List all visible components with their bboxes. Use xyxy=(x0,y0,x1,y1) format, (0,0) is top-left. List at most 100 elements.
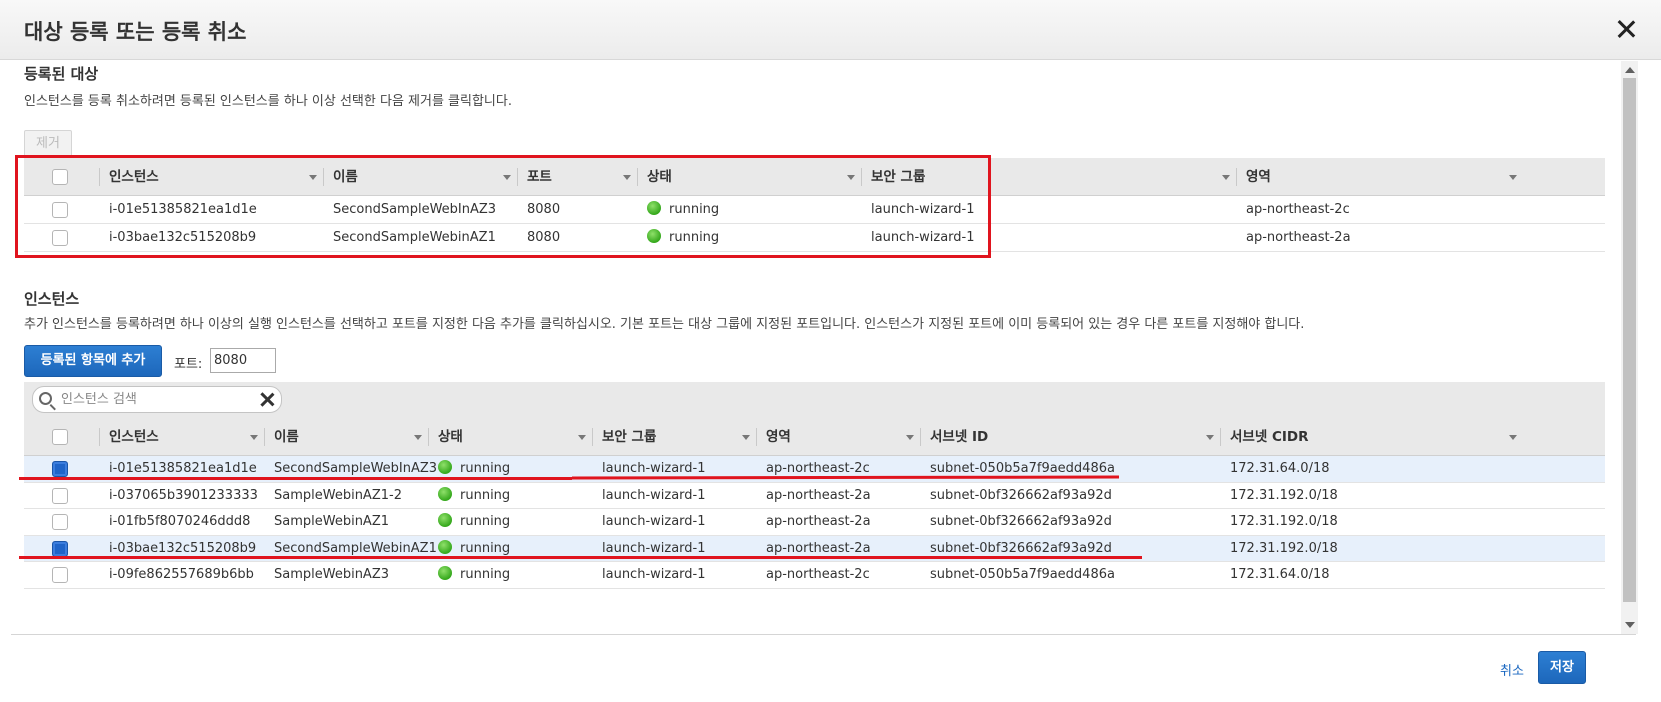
cell-security-group: launch-wizard-1 xyxy=(602,461,706,476)
cell-zone: ap-northeast-2a xyxy=(1246,230,1351,245)
cell-subnet-id: subnet-050b5a7f9aedd486a xyxy=(930,461,1115,476)
cell-name: SampleWebinAZ1-2 xyxy=(274,487,402,503)
column-header-subnet-id[interactable]: 서브넷 ID xyxy=(920,418,1220,456)
remove-button[interactable]: 제거 xyxy=(24,130,72,158)
cell-subnet-id: subnet-0bf326662af93a92d xyxy=(930,487,1112,503)
registered-table-header: 인스턴스 이름 포트 상태 보안 그룹 영역 xyxy=(24,158,1605,196)
sort-caret-icon xyxy=(1509,435,1517,440)
column-header-status[interactable]: 상태 xyxy=(637,158,861,196)
cell-subnet-id: subnet-0bf326662af93a92d xyxy=(930,514,1112,529)
clear-icon[interactable] xyxy=(260,392,275,407)
registered-row[interactable]: i-03bae132c515208b9 SecondSampleWebinAZ1… xyxy=(24,224,1605,252)
row-checkbox[interactable] xyxy=(52,461,68,477)
cell-status: running xyxy=(428,483,510,509)
cell-subnet-id: subnet-0bf326662af93a92d xyxy=(930,540,1112,556)
cell-security-group: launch-wizard-1 xyxy=(602,567,706,582)
column-header-subnet-cidr[interactable]: 서브넷 CIDR xyxy=(1220,418,1523,456)
cell-status: running xyxy=(428,456,510,482)
cell-name: SecondSampleWebInAZ3 xyxy=(333,202,497,217)
cell-instance: i-01e51385821ea1d1e xyxy=(109,202,257,217)
select-all-registered-checkbox[interactable] xyxy=(52,169,68,185)
registered-section-title: 등록된 대상 xyxy=(24,65,99,83)
scrollbar-thumb[interactable] xyxy=(1623,78,1636,602)
instances-table-header: 인스턴스 이름 상태 보안 그룹 영역 서브넷 ID 서브넷 CIDR xyxy=(24,418,1605,456)
instance-row[interactable]: i-03bae132c515208b9 SecondSampleWebinAZ1 r… xyxy=(24,535,1605,562)
cell-subnet-id: subnet-050b5a7f9aedd486a xyxy=(930,567,1115,582)
dialog-header: 대상 등록 또는 등록 취소 xyxy=(0,0,1661,60)
save-button[interactable]: 저장 xyxy=(1538,651,1586,684)
footer-divider xyxy=(11,634,1636,635)
registered-targets-table: 인스턴스 이름 포트 상태 보안 그룹 영역 i-01e51385821ea1d… xyxy=(24,158,1605,253)
cell-security-group: launch-wizard-1 xyxy=(602,540,706,556)
row-checkbox[interactable] xyxy=(52,540,68,557)
sort-caret-icon xyxy=(503,175,511,180)
cell-subnet-cidr: 172.31.192.0/18 xyxy=(1230,514,1338,529)
status-dot-icon xyxy=(647,229,661,243)
instance-row[interactable]: i-037065b3901233333 SampleWebinAZ1-2 runni… xyxy=(24,482,1605,509)
cell-subnet-cidr: 172.31.192.0/18 xyxy=(1230,540,1338,556)
cell-instance: i-037065b3901233333 xyxy=(109,487,258,503)
column-header-status[interactable]: 상태 xyxy=(428,418,592,456)
status-dot-icon xyxy=(438,566,452,580)
row-checkbox[interactable] xyxy=(52,487,68,504)
instances-section-description: 추가 인스턴스를 등록하려면 하나 이상의 실행 인스턴스를 선택하고 포트를 … xyxy=(24,317,1305,332)
cell-status: running xyxy=(637,224,719,252)
cancel-link[interactable]: 취소 xyxy=(1500,660,1524,679)
column-header-name[interactable]: 이름 xyxy=(264,418,428,456)
cell-zone: ap-northeast-2a xyxy=(766,540,871,556)
row-checkbox[interactable] xyxy=(52,202,68,218)
sort-caret-icon xyxy=(623,175,631,180)
select-all-instances-checkbox[interactable] xyxy=(52,429,68,445)
cell-subnet-cidr: 172.31.64.0/18 xyxy=(1230,567,1330,582)
cell-name: SampleWebinAZ3 xyxy=(274,567,390,582)
column-header-port[interactable]: 포트 xyxy=(517,158,637,196)
cell-security-group: launch-wizard-1 xyxy=(602,487,706,503)
port-label: 포트: xyxy=(174,357,203,372)
column-header-instance[interactable]: 인스턴스 xyxy=(99,158,323,196)
column-header-zone[interactable]: 영역 xyxy=(756,418,920,456)
instance-row[interactable]: i-09fe862557689b6bb SampleWebinAZ3 running… xyxy=(24,562,1605,589)
instance-row[interactable]: i-01e51385821ea1d1e SecondSampleWebInAZ3 r… xyxy=(24,456,1605,483)
status-dot-icon xyxy=(438,460,452,474)
cell-security-group: launch-wizard-1 xyxy=(871,230,975,245)
cell-status: running xyxy=(637,196,719,224)
cell-security-group: launch-wizard-1 xyxy=(602,514,706,529)
status-dot-icon xyxy=(438,539,452,554)
sort-caret-icon xyxy=(578,435,586,440)
status-dot-icon xyxy=(647,201,661,215)
column-header-name[interactable]: 이름 xyxy=(323,158,517,196)
sort-caret-icon xyxy=(742,435,750,440)
close-icon[interactable] xyxy=(1613,16,1639,42)
port-input[interactable] xyxy=(210,348,276,373)
cell-zone: ap-northeast-2a xyxy=(766,514,871,529)
scroll-up-icon[interactable] xyxy=(1625,67,1635,73)
scroll-down-icon[interactable] xyxy=(1625,622,1635,628)
instance-row[interactable]: i-01fb5f8070246ddd8 SampleWebinAZ1 running… xyxy=(24,509,1605,536)
sort-caret-icon xyxy=(309,175,317,180)
cell-port: 8080 xyxy=(527,230,561,245)
search-icon xyxy=(39,392,52,405)
cell-subnet-cidr: 172.31.64.0/18 xyxy=(1230,461,1330,476)
row-checkbox[interactable] xyxy=(52,514,68,530)
dialog-title: 대상 등록 또는 등록 취소 xyxy=(24,20,247,44)
search-box[interactable] xyxy=(32,386,282,413)
column-header-instance[interactable]: 인스턴스 xyxy=(99,418,264,456)
instances-section-title: 인스턴스 xyxy=(24,290,80,308)
sort-caret-icon xyxy=(1206,435,1214,440)
status-dot-icon xyxy=(438,486,452,501)
row-checkbox[interactable] xyxy=(52,230,68,246)
cell-instance: i-01fb5f8070246ddd8 xyxy=(109,514,251,529)
cell-name: SecondSampleWebinAZ1 xyxy=(333,230,496,245)
registered-row[interactable]: i-01e51385821ea1d1e SecondSampleWebInAZ3… xyxy=(24,196,1605,224)
column-header-security-group[interactable]: 보안 그룹 xyxy=(592,418,756,456)
cell-zone: ap-northeast-2c xyxy=(1246,202,1350,217)
sort-caret-icon xyxy=(1509,175,1517,180)
cell-port: 8080 xyxy=(527,202,561,217)
row-checkbox[interactable] xyxy=(52,567,68,583)
search-input[interactable] xyxy=(59,389,249,410)
column-header-security-group[interactable]: 보안 그룹 xyxy=(861,158,1236,196)
column-header-zone[interactable]: 영역 xyxy=(1236,158,1523,196)
vertical-scrollbar[interactable] xyxy=(1621,61,1638,634)
add-to-registered-button[interactable]: 등록된 항목에 추가 xyxy=(24,345,162,377)
registered-section-description: 인스턴스를 등록 취소하려면 등록된 인스턴스를 하나 이상 선택한 다음 제거… xyxy=(24,94,512,109)
